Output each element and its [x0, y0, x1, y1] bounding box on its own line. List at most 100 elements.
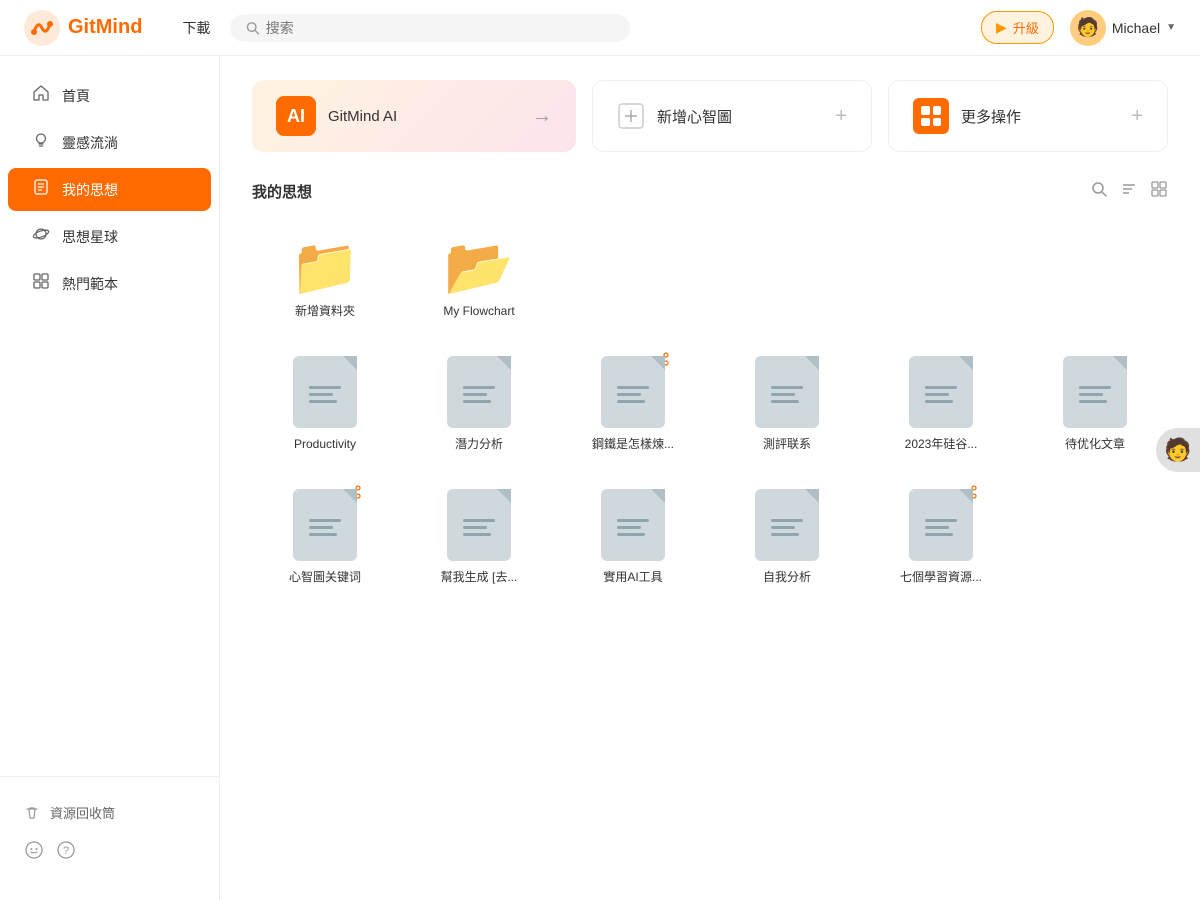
user-avatar[interactable]: 🧑 Michael ▼	[1070, 10, 1176, 46]
file-item-self-analysis[interactable]: 自我分析	[714, 473, 860, 598]
file-line-1	[309, 519, 341, 522]
file-icon-wrap	[1063, 356, 1127, 428]
file-icon-wrap	[755, 356, 819, 428]
folder-flowchart[interactable]: 📂 My Flowchart	[406, 223, 552, 332]
file-icon-wrap	[755, 489, 819, 561]
file-line-1	[1079, 386, 1111, 389]
file-doc-inner	[763, 374, 811, 415]
sidebar-item-home-label: 首頁	[62, 86, 90, 106]
more-actions-card[interactable]: 更多操作 +	[888, 80, 1168, 152]
sidebar-item-planet[interactable]: 思想星球	[8, 215, 211, 258]
new-folder-icon: 📁	[290, 239, 360, 295]
file-icon-wrap	[601, 356, 665, 428]
sidebar-item-inspiration[interactable]: 靈感流淌	[8, 121, 211, 164]
file-line-3	[463, 400, 491, 403]
help-icon: ?	[56, 840, 76, 860]
sidebar-item-recycle[interactable]: 資源回收筒	[0, 793, 219, 832]
file-item-productivity[interactable]: Productivity	[252, 340, 398, 465]
grid-action-icon[interactable]	[1150, 180, 1168, 203]
section-title: 我的思想	[252, 181, 312, 202]
file-name-mindmap-keywords: 心智圖关键词	[289, 569, 361, 586]
nav-download[interactable]: 下載	[182, 18, 210, 38]
file-item-pending-articles[interactable]: 待优化文章	[1022, 340, 1168, 465]
sidebar-item-help[interactable]: ?	[56, 840, 76, 860]
more-icon	[913, 98, 949, 134]
mindmap-icon	[617, 102, 645, 130]
file-line-2	[1079, 393, 1103, 396]
section-header: 我的思想	[252, 180, 1168, 203]
file-doc-inner	[1071, 374, 1119, 415]
file-name-help-generate: 幫我生成 [去...	[441, 569, 518, 586]
file-line-1	[771, 386, 803, 389]
recycle-label: 資源回收筒	[50, 803, 115, 822]
file-doc	[1063, 356, 1127, 428]
file-item-potential-analysis[interactable]: 潛力分析	[406, 340, 552, 465]
sidebar-item-inspiration-label: 靈感流淌	[62, 133, 118, 153]
planet-icon	[32, 225, 50, 248]
file-doc	[909, 356, 973, 428]
file-doc-inner	[917, 507, 965, 548]
quick-actions: AI GitMind AI → 新增心智圖 + 更多操作	[252, 80, 1168, 152]
file-doc	[755, 356, 819, 428]
floating-avatar[interactable]: 🧑	[1156, 428, 1200, 472]
file-doc-inner	[917, 374, 965, 415]
sidebar-item-templates-label: 熱門範本	[62, 274, 118, 294]
sort-action-icon[interactable]	[1120, 180, 1138, 203]
sidebar-item-home[interactable]: 首頁	[8, 74, 211, 117]
file-doc	[601, 356, 665, 428]
file-doc	[447, 356, 511, 428]
file-doc	[755, 489, 819, 561]
file-icon-wrap	[293, 489, 357, 561]
file-item-silicon-valley[interactable]: 2023年硅谷...	[868, 340, 1014, 465]
file-line-2	[617, 526, 641, 529]
gitmind-ai-card[interactable]: AI GitMind AI →	[252, 80, 576, 152]
flowchart-folder-icon: 📂	[444, 239, 514, 295]
file-doc-inner	[455, 374, 503, 415]
chevron-down-icon: ▼	[1166, 22, 1176, 33]
file-line-3	[309, 533, 337, 536]
sidebar-item-planet-label: 思想星球	[62, 227, 118, 247]
sidebar-item-my-thoughts-label: 我的思想	[62, 180, 118, 200]
trash-icon	[24, 805, 40, 821]
search-bar[interactable]	[230, 14, 630, 42]
folder-new[interactable]: 📁 新增資料夾	[252, 223, 398, 332]
new-mindmap-card[interactable]: 新增心智圖 +	[592, 80, 872, 152]
search-input[interactable]	[266, 20, 615, 36]
search-action-icon[interactable]	[1090, 180, 1108, 203]
file-icon-wrap	[447, 489, 511, 561]
file-line-3	[617, 533, 645, 536]
files-row1: Productivity 潛力分析	[252, 340, 1168, 465]
file-line-3	[771, 533, 799, 536]
file-doc-inner	[609, 507, 657, 548]
file-line-2	[771, 393, 795, 396]
file-name-silicon-valley: 2023年硅谷...	[905, 436, 978, 453]
file-line-2	[463, 393, 487, 396]
file-item-steel[interactable]: 鋼鐵是怎樣煉...	[560, 340, 706, 465]
ai-icon: AI	[276, 96, 316, 136]
file-line-2	[617, 393, 641, 396]
sidebar-item-my-thoughts[interactable]: 我的思想	[8, 168, 211, 211]
upgrade-button[interactable]: ▶ 升級	[981, 11, 1054, 44]
file-name-seven-resources: 七個學習資源...	[900, 569, 982, 586]
file-item-mindmap-keywords[interactable]: 心智圖关键词	[252, 473, 398, 598]
file-name-productivity: Productivity	[294, 436, 356, 453]
file-item-useful-ai[interactable]: 實用AI工具	[560, 473, 706, 598]
sidebar-item-discord[interactable]	[24, 840, 44, 860]
avatar-image: 🧑	[1070, 10, 1106, 46]
logo[interactable]: GitMind	[24, 10, 142, 46]
section-actions	[1090, 180, 1168, 203]
svg-text:?: ?	[63, 845, 69, 857]
file-doc	[447, 489, 511, 561]
flowchart-folder-label: My Flowchart	[443, 303, 514, 320]
files-row2: 心智圖关键词 幫我生成 [去...	[252, 473, 1168, 598]
file-name-steel: 鋼鐵是怎樣煉...	[592, 436, 674, 453]
file-item-help-generate[interactable]: 幫我生成 [去...	[406, 473, 552, 598]
file-item-review[interactable]: 測評联系	[714, 340, 860, 465]
sidebar-item-templates[interactable]: 熱門範本	[8, 262, 211, 305]
file-item-seven-resources[interactable]: 七個學習資源...	[868, 473, 1014, 598]
more-actions-label: 更多操作	[961, 106, 1119, 127]
file-line-3	[771, 400, 799, 403]
file-doc-inner	[301, 374, 349, 415]
file-doc-inner	[455, 507, 503, 548]
file-doc-inner	[301, 507, 349, 548]
